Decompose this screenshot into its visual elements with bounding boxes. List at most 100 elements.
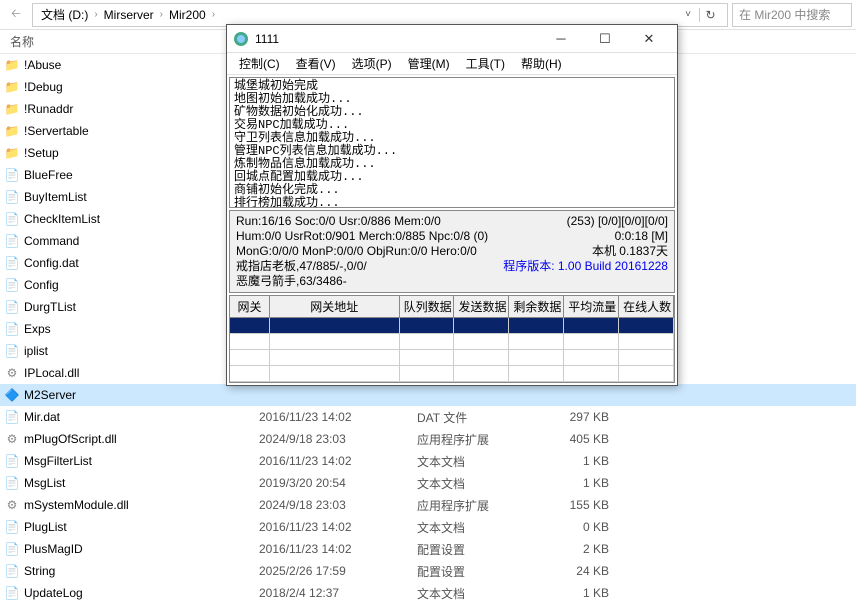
menu-item[interactable]: 管理(M) bbox=[400, 53, 458, 74]
file-name: Command bbox=[24, 234, 79, 248]
file-icon: 📄 bbox=[4, 189, 20, 205]
grid-cell bbox=[454, 366, 509, 382]
grid-col-header[interactable]: 网关 bbox=[230, 296, 270, 317]
file-date: 2025/2/26 17:59 bbox=[259, 564, 417, 578]
grid-cell bbox=[619, 350, 674, 366]
menu-item[interactable]: 查看(V) bbox=[288, 53, 344, 74]
grid-cell bbox=[509, 350, 564, 366]
breadcrumb[interactable]: 文档 (D:) › Mirserver › Mir200 › ˅ ↻ bbox=[32, 3, 728, 27]
file-type: 文本文档 bbox=[417, 585, 547, 602]
file-name: !Setup bbox=[24, 146, 59, 160]
file-icon: 📄 bbox=[4, 167, 20, 183]
stat-right: 本机 0.1837天 bbox=[503, 244, 668, 259]
file-type: 应用程序扩展 bbox=[417, 497, 547, 514]
search-input[interactable]: 在 Mir200 中搜索 bbox=[732, 3, 852, 27]
file-size: 297 KB bbox=[547, 410, 617, 424]
refresh-icon[interactable]: ↻ bbox=[699, 8, 721, 22]
close-button[interactable]: ✕ bbox=[627, 25, 671, 53]
menu-item[interactable]: 选项(P) bbox=[344, 53, 400, 74]
grid-cell bbox=[230, 334, 270, 350]
file-icon: 📄 bbox=[4, 409, 20, 425]
grid-row[interactable] bbox=[230, 350, 674, 366]
dll-icon: ⚙ bbox=[4, 365, 20, 381]
grid-col-header[interactable]: 平均流量 bbox=[564, 296, 619, 317]
file-name: mSystemModule.dll bbox=[24, 498, 129, 512]
grid-cell bbox=[564, 366, 619, 382]
file-row[interactable]: 📄String2025/2/26 17:59配置设置24 KB bbox=[0, 560, 856, 582]
file-name: BlueFree bbox=[24, 168, 73, 182]
file-name: PlusMagID bbox=[24, 542, 83, 556]
grid-cell bbox=[270, 366, 400, 382]
file-type: 文本文档 bbox=[417, 519, 547, 536]
file-type: DAT 文件 bbox=[417, 409, 547, 426]
menubar: 控制(C)查看(V)选项(P)管理(M)工具(T)帮助(H) bbox=[227, 53, 677, 75]
file-row[interactable]: 🔷M2Server bbox=[0, 384, 856, 406]
grid-row[interactable] bbox=[230, 318, 674, 334]
file-row[interactable]: ⚙mPlugOfScript.dll2024/9/18 23:03应用程序扩展4… bbox=[0, 428, 856, 450]
maximize-button[interactable]: ☐ bbox=[583, 25, 627, 53]
menu-item[interactable]: 控制(C) bbox=[231, 53, 288, 74]
dll-icon: ⚙ bbox=[4, 431, 20, 447]
menu-item[interactable]: 工具(T) bbox=[458, 53, 513, 74]
folder-icon: 📁 bbox=[4, 101, 20, 117]
nav-back-button[interactable]: 🡠 bbox=[4, 3, 28, 27]
file-type: 配置设置 bbox=[417, 541, 547, 558]
breadcrumb-item[interactable]: Mir200 bbox=[167, 8, 208, 22]
grid-cell bbox=[619, 366, 674, 382]
grid-cell bbox=[564, 318, 619, 334]
gateway-grid: 网关网关地址队列数据发送数据剩余数据平均流量在线人数 bbox=[229, 295, 675, 383]
grid-cell bbox=[270, 350, 400, 366]
file-type: 应用程序扩展 bbox=[417, 431, 547, 448]
file-icon: 📄 bbox=[4, 585, 20, 601]
file-icon: 📄 bbox=[4, 211, 20, 227]
grid-row[interactable] bbox=[230, 334, 674, 350]
file-name: MsgFilterList bbox=[24, 454, 92, 468]
file-name: !Abuse bbox=[24, 58, 61, 72]
stat-right: (253) [0/0][0/0][0/0] bbox=[503, 214, 668, 229]
titlebar[interactable]: 1111 ─ ☐ ✕ bbox=[227, 25, 677, 53]
chevron-right-icon: › bbox=[90, 9, 101, 20]
file-size: 2 KB bbox=[547, 542, 617, 556]
breadcrumb-item[interactable]: Mirserver bbox=[102, 8, 156, 22]
breadcrumb-item[interactable]: 文档 (D:) bbox=[39, 6, 90, 23]
grid-cell bbox=[270, 334, 400, 350]
file-row[interactable]: 📄Mir.dat2016/11/23 14:02DAT 文件297 KB bbox=[0, 406, 856, 428]
grid-row[interactable] bbox=[230, 366, 674, 382]
file-type: 文本文档 bbox=[417, 475, 547, 492]
chevron-right-icon: › bbox=[208, 9, 219, 20]
grid-cell bbox=[230, 350, 270, 366]
col-name[interactable]: 名称 bbox=[4, 33, 259, 50]
file-icon: 📄 bbox=[4, 277, 20, 293]
file-row[interactable]: 📄UpdateLog2018/2/4 12:37文本文档1 KB bbox=[0, 582, 856, 604]
chevron-down-icon[interactable]: ˅ bbox=[681, 9, 695, 20]
file-name: Exps bbox=[24, 322, 51, 336]
file-row[interactable]: 📄PlugList2016/11/23 14:02文本文档0 KB bbox=[0, 516, 856, 538]
grid-col-header[interactable]: 发送数据 bbox=[454, 296, 509, 317]
file-date: 2019/3/20 20:54 bbox=[259, 476, 417, 490]
grid-col-header[interactable]: 网关地址 bbox=[270, 296, 400, 317]
grid-cell bbox=[400, 318, 455, 334]
file-row[interactable]: ⚙mSystemModule.dll2024/9/18 23:03应用程序扩展1… bbox=[0, 494, 856, 516]
app-icon bbox=[233, 31, 249, 47]
file-date: 2024/9/18 23:03 bbox=[259, 432, 417, 446]
grid-col-header[interactable]: 在线人数 bbox=[619, 296, 674, 317]
log-area: 城堡城初始完成 地图初始加载成功... 矿物数据初始化成功... 交易NPC加载… bbox=[229, 77, 675, 208]
grid-cell bbox=[454, 334, 509, 350]
file-type: 配置设置 bbox=[417, 563, 547, 580]
grid-cell bbox=[509, 318, 564, 334]
grid-col-header[interactable]: 队列数据 bbox=[400, 296, 455, 317]
stats-panel: Run:16/16 Soc:0/0 Usr:0/886 Mem:0/0 Hum:… bbox=[229, 210, 675, 293]
file-size: 405 KB bbox=[547, 432, 617, 446]
grid-cell bbox=[564, 334, 619, 350]
file-row[interactable]: 📄PlusMagID2016/11/23 14:02配置设置2 KB bbox=[0, 538, 856, 560]
stat-line: 恶魔弓箭手,63/3486- bbox=[236, 274, 668, 289]
file-row[interactable]: 📄MsgFilterList2016/11/23 14:02文本文档1 KB bbox=[0, 450, 856, 472]
file-size: 0 KB bbox=[547, 520, 617, 534]
window-title: 1111 bbox=[255, 32, 539, 46]
menu-item[interactable]: 帮助(H) bbox=[513, 53, 570, 74]
file-date: 2016/11/23 14:02 bbox=[259, 454, 417, 468]
file-date: 2024/9/18 23:03 bbox=[259, 498, 417, 512]
file-row[interactable]: 📄MsgList2019/3/20 20:54文本文档1 KB bbox=[0, 472, 856, 494]
minimize-button[interactable]: ─ bbox=[539, 25, 583, 53]
grid-col-header[interactable]: 剩余数据 bbox=[509, 296, 564, 317]
